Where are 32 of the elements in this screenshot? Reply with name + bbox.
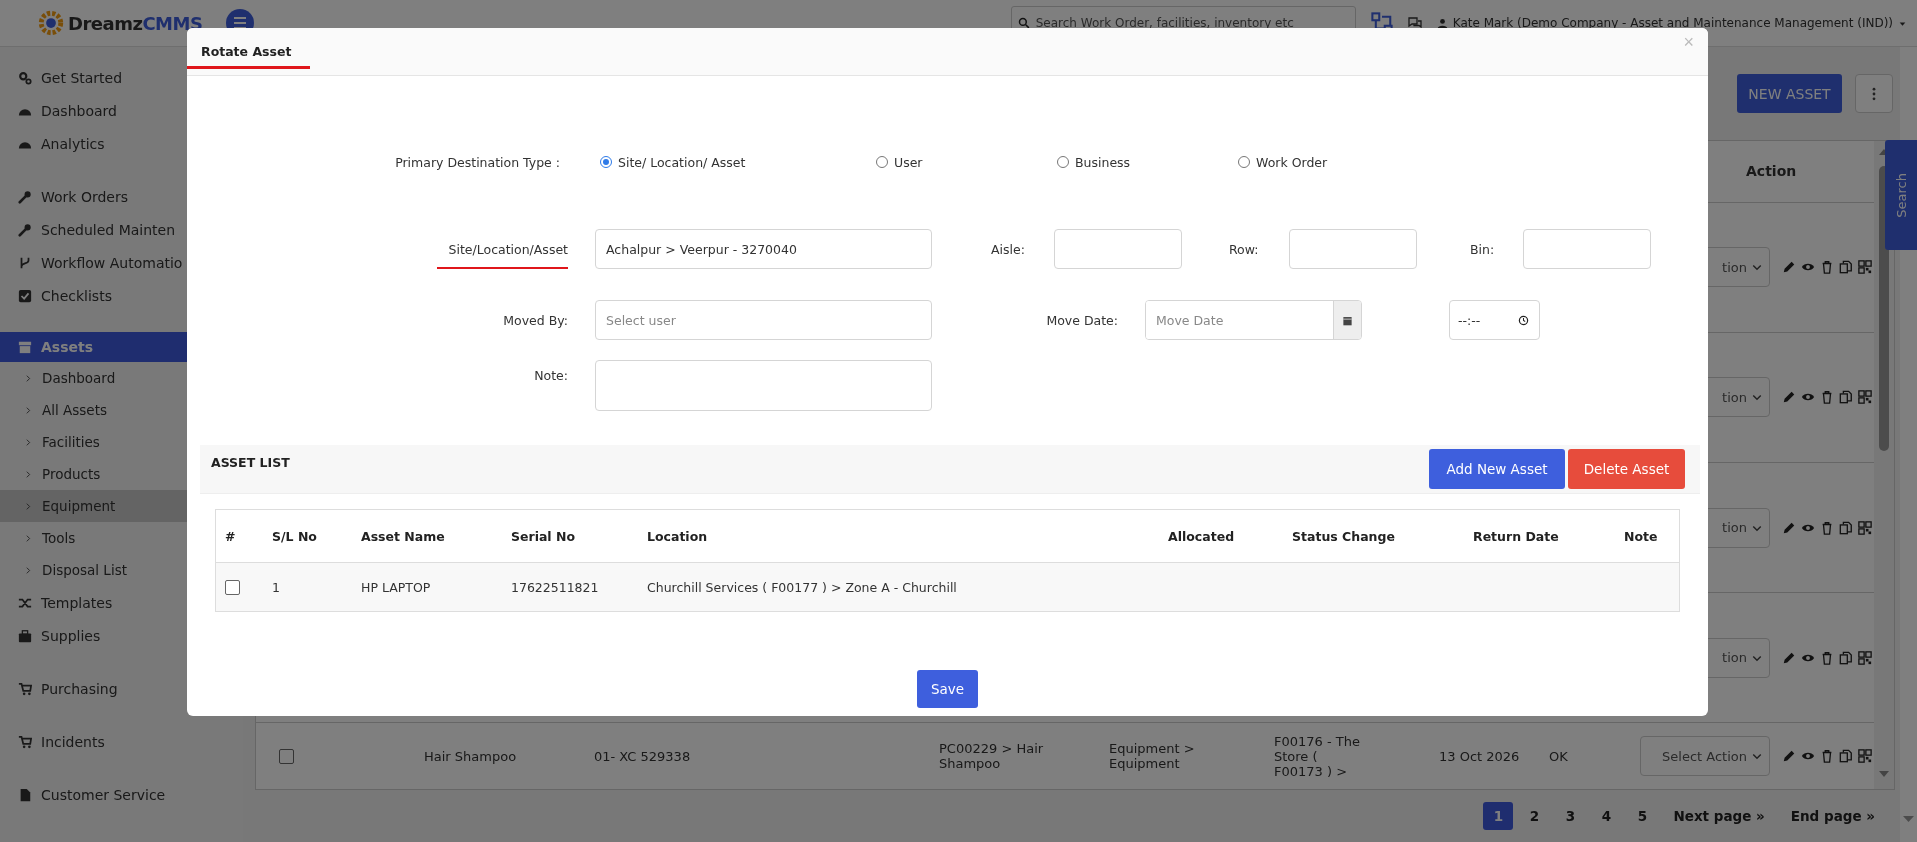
column-header: Location bbox=[647, 528, 708, 544]
table-cell: HP LAPTOP bbox=[361, 579, 431, 595]
table-cell: 17622511821 bbox=[511, 579, 599, 595]
column-header: Return Date bbox=[1473, 528, 1559, 544]
field-label: Note: bbox=[534, 368, 568, 383]
field-label: Primary Destination Type : bbox=[394, 154, 560, 170]
column-header: Status Change bbox=[1292, 528, 1395, 544]
column-header: # bbox=[225, 528, 236, 544]
table-cell: OK bbox=[1549, 748, 1568, 764]
table-cell-text: F00176 - The Store ( F00173 ) > bbox=[1274, 733, 1361, 779]
column-header: Allocated bbox=[1168, 528, 1235, 544]
column-header: Asset Name bbox=[361, 528, 445, 544]
table-cell: 13 Oct 2026 bbox=[1439, 748, 1520, 764]
table-cell: Churchill Services ( F00177 ) > Zone A - Churchill bbox=[647, 579, 957, 595]
table-cell-text: Equipment > Equipment bbox=[1109, 741, 1196, 772]
field-label: Move Date: bbox=[1046, 312, 1118, 328]
table-cell-text: PC00229 > Hair Shampoo bbox=[939, 741, 1045, 772]
dialog-title: Rotate Asset bbox=[201, 44, 292, 59]
column-header: Action bbox=[1746, 163, 1797, 180]
table-cell: Hair Shampoo bbox=[424, 748, 517, 764]
column-header: Serial No bbox=[511, 528, 576, 544]
field-label: Aisle: bbox=[991, 241, 1026, 257]
field-label: Site/Location/Asset bbox=[448, 241, 568, 257]
column-header: Note bbox=[1624, 528, 1658, 544]
field-label: Bin: bbox=[1470, 241, 1496, 257]
table-cell: 01- XC 529338 bbox=[594, 748, 691, 764]
column-header: S/L No bbox=[272, 528, 317, 544]
section-title: ASSET LIST bbox=[211, 454, 290, 470]
table-cell: 1 bbox=[272, 579, 280, 595]
field-label: Row: bbox=[1229, 241, 1260, 257]
field-label: Moved By: bbox=[503, 312, 568, 328]
logo-text: DreamzCMMS bbox=[68, 12, 203, 34]
